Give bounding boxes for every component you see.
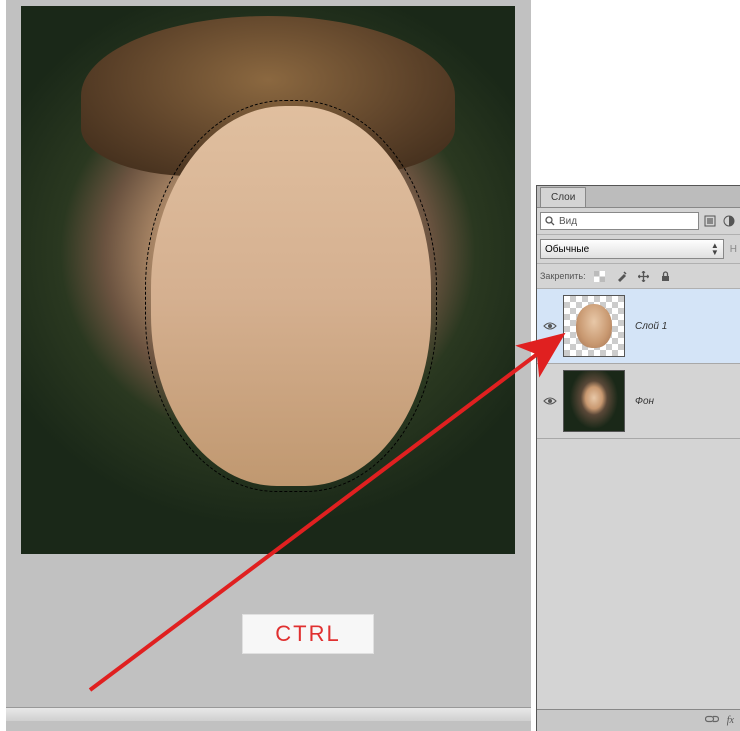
ctrl-keyboard-label: CTRL xyxy=(242,614,374,654)
blend-mode-value: Обычные xyxy=(545,244,589,255)
horizontal-scrollbar[interactable] xyxy=(6,707,531,721)
layer-kind-value: Вид xyxy=(559,216,577,227)
layer-row[interactable]: Фон xyxy=(537,364,740,439)
eye-icon xyxy=(543,321,557,331)
fx-label: fx xyxy=(727,715,734,726)
opacity-label-partial: Н xyxy=(730,244,737,255)
tab-label: Слои xyxy=(551,192,575,203)
layer-name[interactable]: Фон xyxy=(635,396,654,407)
visibility-toggle[interactable] xyxy=(541,321,559,331)
layers-list: Слой 1 Фон xyxy=(537,289,740,439)
layer-row[interactable]: Слой 1 xyxy=(537,289,740,364)
canvas-image[interactable] xyxy=(21,6,515,554)
lock-row: Закрепить: xyxy=(537,264,740,289)
thumbnail-photo xyxy=(564,370,624,432)
lock-transparency-icon[interactable] xyxy=(592,268,608,284)
tab-layers[interactable]: Слои xyxy=(540,187,586,207)
filter-pixel-icon[interactable] xyxy=(702,213,718,229)
filter-row: Вид xyxy=(537,208,740,235)
eye-icon xyxy=(543,396,557,406)
lock-all-icon[interactable] xyxy=(658,268,674,284)
layer-name[interactable]: Слой 1 xyxy=(635,321,667,332)
composited-photo xyxy=(21,6,515,554)
layer-kind-select[interactable]: Вид xyxy=(540,212,699,230)
panel-footer: fx xyxy=(537,709,740,731)
thumbnail-face xyxy=(576,304,612,348)
layers-panel: Слои Вид Обычные ▲▼ Н Закрепить: xyxy=(536,185,740,731)
blend-row: Обычные ▲▼ Н xyxy=(537,235,740,264)
fx-button[interactable]: fx xyxy=(727,715,734,726)
ctrl-text: CTRL xyxy=(275,621,340,647)
lock-label: Закрепить: xyxy=(540,271,586,281)
blend-mode-select[interactable]: Обычные ▲▼ xyxy=(540,239,724,259)
select-arrows-icon: ▲▼ xyxy=(711,242,719,256)
lock-pixels-icon[interactable] xyxy=(614,268,630,284)
visibility-toggle[interactable] xyxy=(541,396,559,406)
transparency-checkerboard xyxy=(564,296,624,356)
search-icon xyxy=(545,216,555,226)
marching-ants-selection xyxy=(145,100,437,492)
lock-position-icon[interactable] xyxy=(636,268,652,284)
link-layers-icon[interactable] xyxy=(705,714,719,727)
layer-thumbnail[interactable] xyxy=(563,295,625,357)
filter-adjust-icon[interactable] xyxy=(721,213,737,229)
layer-thumbnail[interactable] xyxy=(563,370,625,432)
panel-tabs: Слои xyxy=(537,186,740,208)
